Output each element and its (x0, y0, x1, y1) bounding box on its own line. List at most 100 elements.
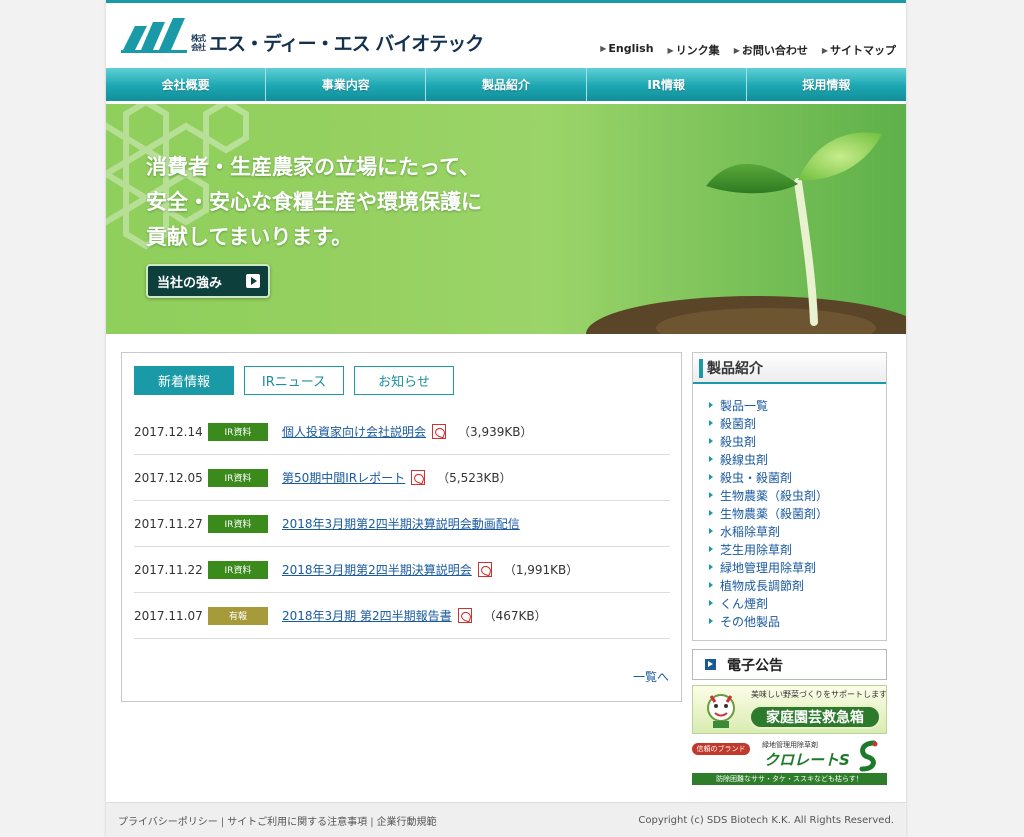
product-link[interactable]: 殺虫剤 (709, 432, 828, 450)
news-row: 2017.11.22 IR資料 2018年3月期第2四半期決算説明会 （1,99… (134, 547, 670, 593)
nav-item-company[interactable]: 会社概要 (106, 68, 267, 101)
tab-latest[interactable]: 新着情報 (134, 366, 234, 395)
util-link-english[interactable]: ▶ English (600, 42, 653, 58)
news-date: 2017.12.14 (134, 424, 203, 439)
news-title: 個人投資家向け会社説明会 (282, 425, 427, 439)
page: 株式会社 エス・ディー・エス バイオテック ▶ English ▶ リンク集 ▶ お問… (106, 0, 906, 837)
sds-logo-mark-icon (121, 18, 187, 53)
news-title-link[interactable]: 第50期中間IRレポート (282, 469, 426, 486)
footer-links: プライバシーポリシー | サイトご利用に関する注意事項 | 企業行動規範 (118, 813, 437, 828)
product-link[interactable]: 殺菌剤 (709, 414, 828, 432)
product-link[interactable]: 殺線虫剤 (709, 450, 828, 468)
electronic-notice-label: 電子公告 (727, 657, 783, 674)
tab-notices[interactable]: お知らせ (354, 366, 454, 395)
banner-subtitle: 美味しい野菜づくりをサポートします (751, 690, 887, 699)
util-link-sitemap[interactable]: ▶ サイトマップ (822, 42, 896, 58)
news-row: 2017.12.05 IR資料 第50期中間IRレポート （5,523KB） (134, 455, 670, 501)
news-title-link[interactable]: 個人投資家向け会社説明会 (282, 423, 447, 440)
util-link-contact[interactable]: ▶ お問い合わせ (734, 42, 808, 58)
banner-footer-text: 防除困難なササ・タケ・ススキなども枯らす！ (692, 773, 887, 785)
util-link-label: English (608, 42, 654, 55)
product-link[interactable]: 殺虫・殺菌剤 (709, 468, 828, 486)
news-row: 2017.11.07 有報 2018年3月期 第2四半期報告書 （467KB） (134, 593, 670, 639)
brand-tag: 信頼のブランド (692, 743, 750, 755)
util-link-links[interactable]: ▶ リンク集 (668, 42, 720, 58)
home-garden-banner[interactable]: 美味しい野菜づくりをサポートします 家庭園芸救急箱 (692, 685, 887, 734)
news-title: 2018年3月期第2四半期決算説明会 (282, 563, 472, 577)
news-title-link[interactable]: 2018年3月期第2四半期決算説明会 (282, 561, 492, 578)
product-link[interactable]: 製品一覧 (709, 396, 828, 414)
news-panel: 新着情報 IRニュース お知らせ 2017.12.14 IR資料 個人投資家向け… (121, 352, 682, 702)
arrow-right-icon: ▶ (733, 46, 740, 55)
product-list: 製品一覧 殺菌剤 殺虫剤 殺線虫剤 殺虫・殺菌剤 生物農薬（殺虫剤） 生物農薬（… (709, 396, 828, 630)
pdf-icon (457, 608, 472, 623)
product-link[interactable]: 水稲除草剤 (709, 522, 828, 540)
news-title: 2018年3月期第2四半期決算説明会動画配信 (282, 517, 520, 531)
news-title: 第50期中間IRレポート (282, 471, 406, 485)
news-date: 2017.11.07 (134, 608, 203, 623)
news-row: 2017.12.14 IR資料 個人投資家向け会社説明会 （3,939KB） (134, 409, 670, 455)
nav-item-recruit[interactable]: 採用情報 (747, 68, 906, 101)
electronic-notice-button[interactable]: 電子公告 (692, 649, 887, 680)
pdf-icon (477, 562, 492, 577)
strengths-button-label: 当社の強み (157, 275, 223, 291)
separator: | (370, 816, 374, 828)
product-link[interactable]: 生物農薬（殺菌剤） (709, 504, 828, 522)
pdf-icon (411, 470, 426, 485)
hero-banner: 消費者・生産農家の立場にたって、 安全・安心な食糧生産や環境保護に 貢献してまい… (106, 104, 906, 334)
news-category-badge: IR資料 (208, 560, 268, 579)
news-list: 2017.12.14 IR資料 個人投資家向け会社説明会 （3,939KB） 2… (134, 409, 670, 639)
footer: プライバシーポリシー | サイトご利用に関する注意事項 | 企業行動規範 Copyrig… (106, 802, 906, 837)
sprout-image (586, 132, 906, 334)
news-date: 2017.11.22 (134, 562, 203, 577)
product-link[interactable]: 芝生用除草剤 (709, 540, 828, 558)
chlorate-banner[interactable]: 信頼のブランド 緑地管理用除草剤 クロレートS 防除困難なササ・タケ・ススキなど… (692, 737, 887, 785)
hero-message: 消費者・生産農家の立場にたって、 安全・安心な食糧生産や環境保護に 貢献してまい… (146, 150, 482, 255)
global-nav: 会社概要 事業内容 製品紹介 IR情報 採用情報 (106, 68, 906, 101)
tab-ir-news[interactable]: IRニュース (244, 366, 344, 395)
footer-link-conduct[interactable]: 企業行動規範 (377, 817, 437, 828)
mascot-icon (707, 694, 735, 728)
news-title-link[interactable]: 2018年3月期 第2四半期報告書 (282, 607, 472, 624)
arrow-right-icon: ▶ (821, 46, 828, 55)
nav-item-business[interactable]: 事業内容 (266, 68, 427, 101)
top-accent-line (106, 0, 906, 3)
play-arrow-icon (246, 274, 260, 288)
banner-title: 家庭園芸救急箱 (749, 705, 881, 729)
product-menu: 製品紹介 製品一覧 殺菌剤 殺虫剤 殺線虫剤 殺虫・殺菌剤 生物農薬（殺虫剤） … (692, 352, 887, 641)
separator: | (220, 816, 225, 828)
news-category-badge: IR資料 (208, 468, 268, 487)
news-row: 2017.11.27 IR資料 2018年3月期第2四半期決算説明会動画配信 (134, 501, 670, 547)
strengths-button[interactable]: 当社の強み (146, 264, 270, 298)
hero-line: 貢献してまいります。 (146, 225, 353, 249)
product-link[interactable]: 緑地管理用除草剤 (709, 558, 828, 576)
file-size: （5,523KB） (437, 471, 512, 485)
hero-line: 消費者・生産農家の立場にたって、 (146, 155, 480, 179)
news-category-badge: 有報 (208, 606, 268, 625)
product-link[interactable]: 植物成長調節剤 (709, 576, 828, 594)
hero-line: 安全・安心な食糧生産や環境保護に (146, 190, 482, 214)
nav-item-products[interactable]: 製品紹介 (426, 68, 587, 101)
news-title: 2018年3月期 第2四半期報告書 (282, 609, 452, 623)
product-link[interactable]: その他製品 (709, 612, 828, 630)
news-tabs: 新着情報 IRニュース お知らせ (134, 366, 454, 395)
news-category-badge: IR資料 (208, 422, 268, 441)
pdf-icon (432, 424, 447, 439)
dragon-logo-icon (859, 740, 878, 772)
product-link[interactable]: 生物農薬（殺虫剤） (709, 486, 828, 504)
company-logo[interactable]: 株式会社 エス・ディー・エス バイオテック (121, 16, 484, 58)
nav-item-ir[interactable]: IR情報 (587, 68, 747, 101)
footer-link-terms[interactable]: サイトご利用に関する注意事項 (227, 817, 367, 828)
brand-name: クロレートS (764, 751, 850, 769)
utility-links: ▶ English ▶ リンク集 ▶ お問い合わせ ▶ サイトマップ (600, 42, 896, 58)
arrow-right-icon (705, 659, 716, 670)
product-link[interactable]: くん煙剤 (709, 594, 828, 612)
product-menu-heading: 製品紹介 (693, 353, 886, 384)
news-more-link[interactable]: 一覧へ (633, 668, 669, 685)
news-title-link[interactable]: 2018年3月期第2四半期決算説明会動画配信 (282, 515, 520, 532)
footer-link-privacy[interactable]: プライバシーポリシー (118, 817, 218, 828)
news-date: 2017.11.27 (134, 516, 203, 531)
file-size: （1,991KB） (503, 563, 579, 577)
logo-company-name: エス・ディー・エス バイオテック (209, 33, 484, 55)
util-link-label: お問い合わせ (741, 44, 808, 57)
